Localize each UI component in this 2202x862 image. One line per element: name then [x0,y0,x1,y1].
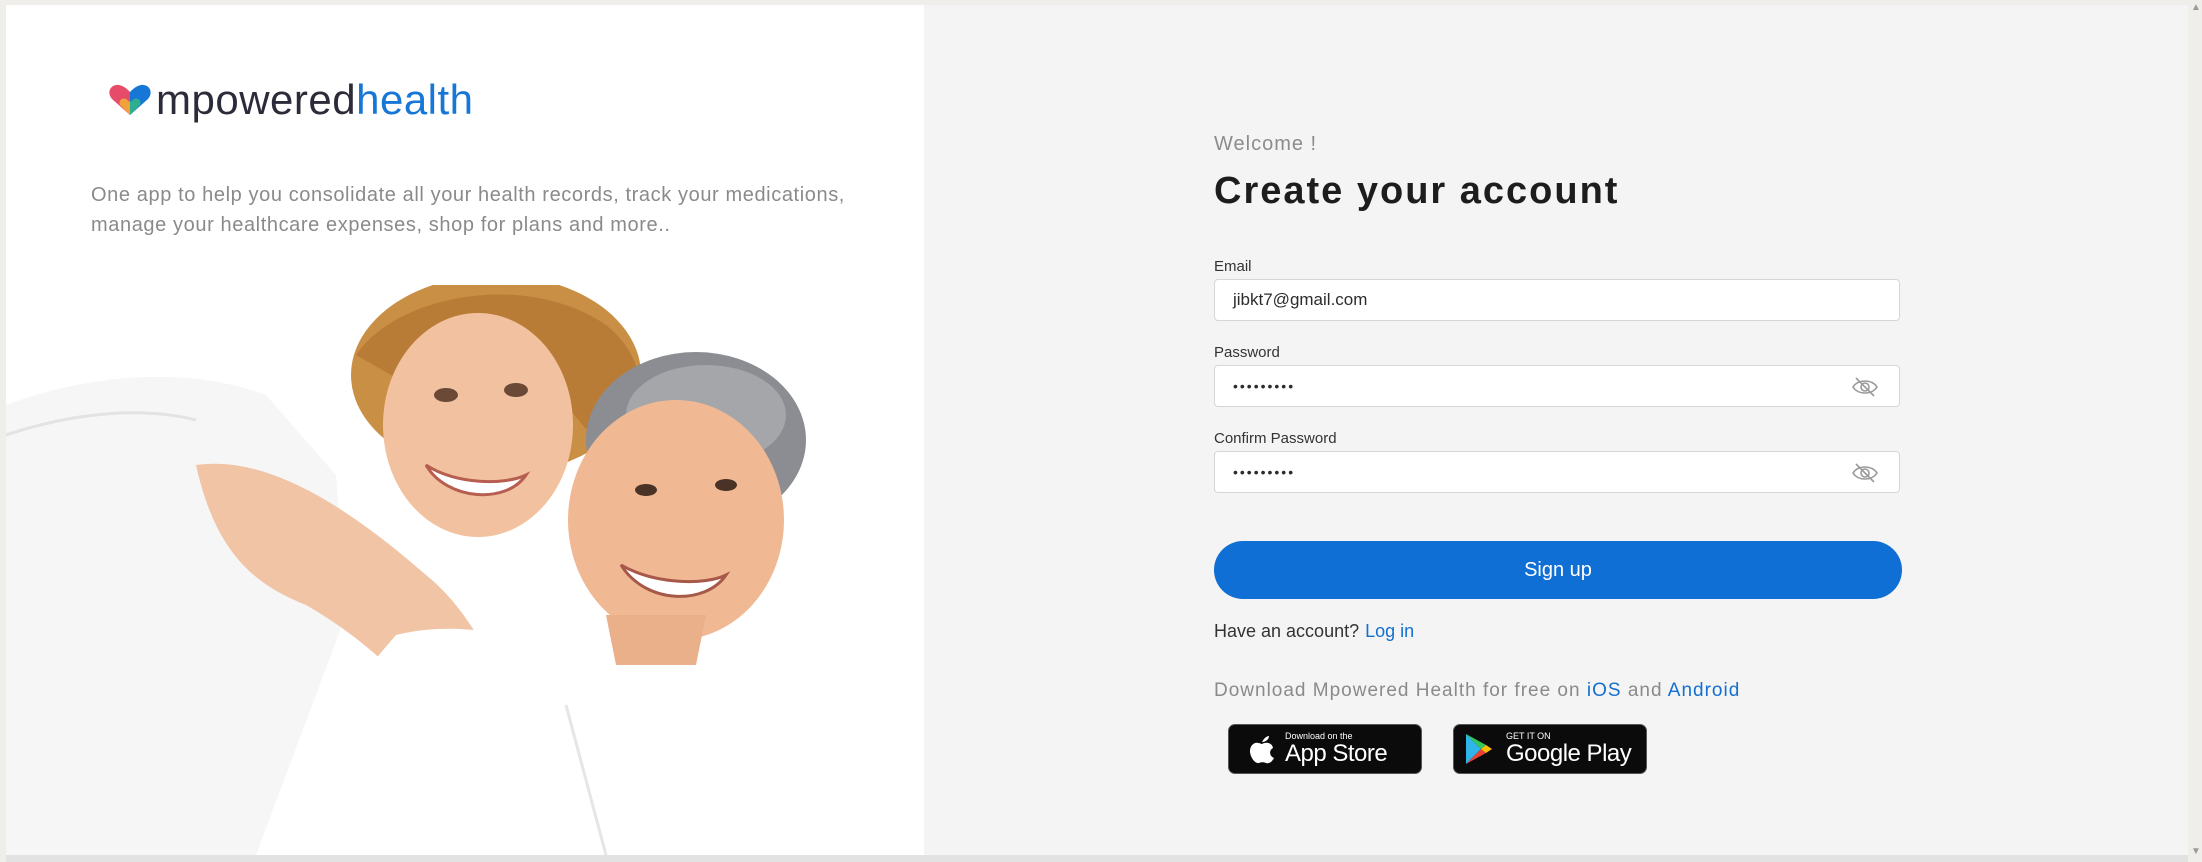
and-text: and [1627,680,1663,701]
google-play-icon [1466,734,1492,764]
confirm-password-field[interactable]: ••••••••• [1214,451,1900,493]
horizontal-scrollbar[interactable] [6,855,2188,862]
signup-page: mpoweredhealth One app to help you conso… [6,5,2188,855]
page-title: Create your account [1214,170,1620,212]
have-account-line: Have an account? Log in [1214,621,1414,642]
android-link[interactable]: Android [1668,680,1741,701]
login-link[interactable]: Log in [1365,621,1414,641]
email-value: jibkt7@gmail.com [1233,290,1368,309]
brand-logo: mpoweredhealth [108,79,474,121]
have-account-text: Have an account? [1214,621,1360,641]
eye-slash-icon[interactable] [1851,462,1879,484]
google-play-text: GET IT ON Google Play [1506,731,1632,767]
google-play-big: Google Play [1506,740,1632,767]
brand-wordmark: mpoweredhealth [156,79,474,121]
brand-tagline: One app to help you consolidate all your… [91,184,845,236]
brand-wordmark-part2: health [356,76,474,123]
password-value: ••••••••• [1233,378,1296,394]
signup-panel: Welcome ! Create your account Email jibk… [924,5,2188,855]
brand-panel: mpoweredhealth One app to help you conso… [6,5,924,855]
apple-icon [1250,736,1274,764]
eye-slash-icon[interactable] [1851,376,1879,398]
hero-couple-image [6,285,806,855]
download-line: Download Mpowered Health for free on iOS… [1214,680,1740,702]
confirm-password-label: Confirm Password [1214,430,1337,447]
scroll-down-arrow-icon[interactable]: ▼ [2191,846,2201,857]
password-field[interactable]: ••••••••• [1214,365,1900,407]
scroll-up-arrow-icon[interactable]: ▲ [2191,2,2201,13]
google-play-badge[interactable]: GET IT ON Google Play [1453,724,1647,774]
app-store-badge[interactable]: Download on the App Store [1228,724,1422,774]
ios-link[interactable]: iOS [1587,680,1622,701]
password-label: Password [1214,344,1280,361]
signup-button[interactable]: Sign up [1214,541,1902,599]
email-field[interactable]: jibkt7@gmail.com [1214,279,1900,321]
heart-logo-icon [109,84,151,115]
download-text: Download Mpowered Health for free on [1214,680,1581,701]
app-store-text: Download on the App Store [1285,731,1388,767]
app-store-big: App Store [1285,740,1388,767]
confirm-password-value: ••••••••• [1233,464,1296,480]
email-label: Email [1214,258,1252,275]
vertical-scrollbar[interactable]: ▲ ▼ [2188,0,2202,862]
brand-wordmark-part1: mpowered [156,76,357,123]
welcome-text: Welcome ! [1214,133,1318,155]
